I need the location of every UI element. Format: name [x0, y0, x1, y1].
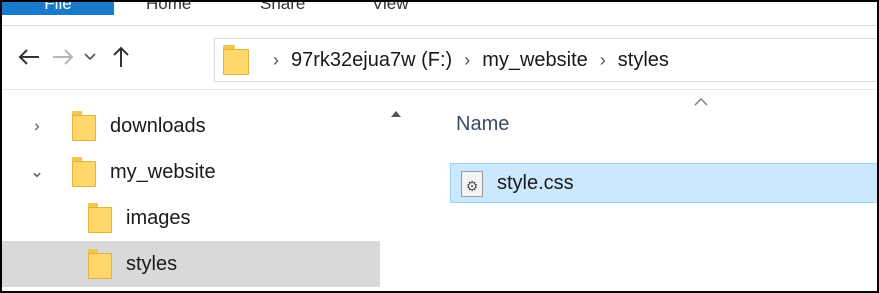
- column-header-name[interactable]: Name: [456, 113, 509, 136]
- breadcrumb-styles[interactable]: styles: [618, 49, 669, 72]
- ribbon-tabs: File Home Share View: [2, 2, 877, 26]
- forward-arrow-icon[interactable]: [48, 40, 78, 74]
- chevron-right-icon[interactable]: ›: [273, 50, 279, 71]
- navigation-pane: › downloads ⌄ my_website images styles: [2, 91, 412, 291]
- tree-item-label: downloads: [110, 114, 206, 137]
- scroll-up-icon[interactable]: [390, 105, 402, 121]
- folder-icon: [88, 203, 112, 233]
- folder-icon: [72, 157, 96, 187]
- tree-item-downloads[interactable]: › downloads: [2, 103, 380, 149]
- back-arrow-icon[interactable]: [14, 40, 44, 74]
- address-bar[interactable]: › 97rk32ejua7w (F:) › my_website › style…: [214, 38, 877, 82]
- tree-item-my-website[interactable]: ⌄ my_website: [2, 149, 380, 195]
- explorer-window: File Home Share View › 97rk32ejua7w (F:)…: [0, 0, 879, 293]
- file-row[interactable]: ⚙ style.css: [450, 163, 877, 203]
- file-list-pane: Name ⚙ style.css: [412, 91, 877, 291]
- tree-item-images[interactable]: images: [2, 195, 380, 241]
- chevron-down-icon[interactable]: ⌄: [28, 162, 46, 182]
- navigation-bar: › 97rk32ejua7w (F:) › my_website › style…: [2, 26, 877, 90]
- chevron-down-icon[interactable]: [80, 40, 100, 74]
- chevron-right-icon[interactable]: ›: [600, 50, 606, 71]
- sort-ascending-icon: [694, 93, 708, 111]
- folder-icon: [223, 45, 249, 75]
- folder-icon: [88, 249, 112, 279]
- file-name: style.css: [497, 171, 574, 194]
- tree-item-label: images: [126, 206, 191, 229]
- tab-view[interactable]: View: [358, 2, 423, 15]
- breadcrumb-drive[interactable]: 97rk32ejua7w (F:): [291, 49, 452, 72]
- tab-file[interactable]: File: [2, 2, 114, 15]
- up-arrow-icon[interactable]: [106, 40, 136, 74]
- chevron-right-icon[interactable]: ›: [464, 50, 470, 71]
- tree-item-styles[interactable]: styles: [2, 241, 380, 287]
- folder-icon: [72, 111, 96, 141]
- breadcrumb-my-website[interactable]: my_website: [482, 49, 588, 72]
- tree-item-label: styles: [126, 252, 178, 275]
- tab-home[interactable]: Home: [132, 2, 205, 15]
- tree-item-label: my_website: [110, 160, 216, 183]
- chevron-right-icon[interactable]: ›: [28, 116, 46, 136]
- tab-share[interactable]: Share: [246, 2, 319, 15]
- css-file-icon: ⚙: [461, 171, 483, 197]
